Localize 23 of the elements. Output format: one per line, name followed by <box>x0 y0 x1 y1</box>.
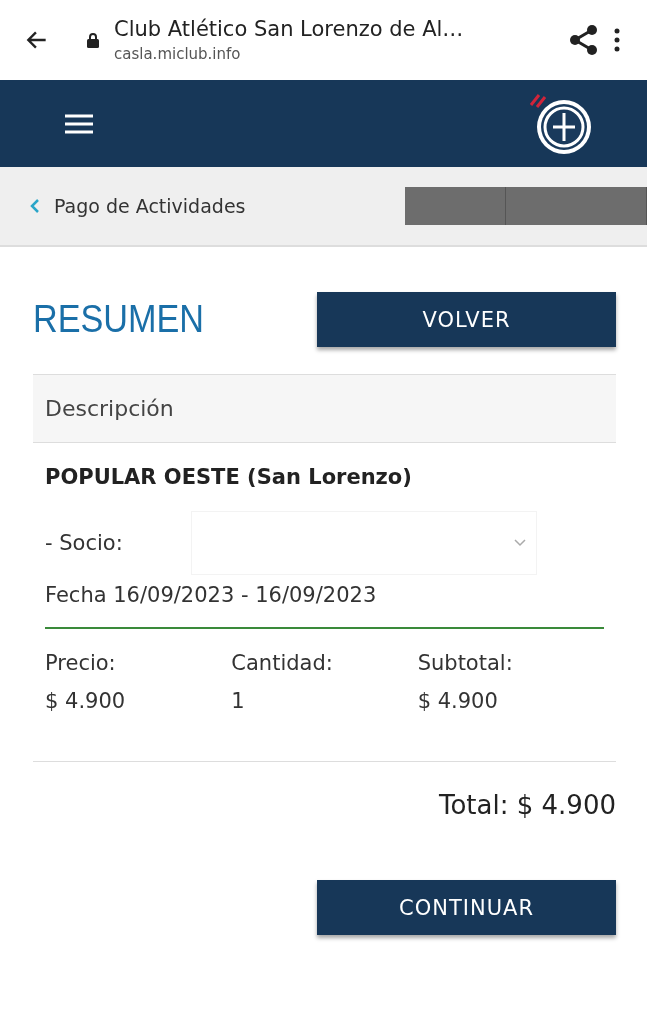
continue-button[interactable]: CONTINUAR <box>317 880 616 935</box>
page-title: Club Atlético San Lorenzo de Al… <box>114 17 465 41</box>
back-button[interactable]: VOLVER <box>317 292 616 347</box>
chevron-left-icon <box>30 198 40 214</box>
page-url: casla.miclub.info <box>114 45 242 63</box>
column-value: $ 4.900 <box>45 689 127 713</box>
more-options-icon[interactable] <box>613 28 621 52</box>
member-label: - Socio: <box>45 531 124 555</box>
column-label: Precio: <box>45 651 117 675</box>
date-range: Fecha 16/09/2023 - 16/09/2023 <box>45 583 604 629</box>
chevron-down-icon <box>514 539 526 547</box>
column-label: Subtotal: <box>417 651 514 675</box>
share-icon[interactable] <box>569 24 599 56</box>
column-value: $ 4.900 <box>417 689 499 713</box>
breadcrumb-link[interactable]: Pago de Actividades <box>30 195 246 217</box>
summary-heading: RESUMEN <box>33 298 205 341</box>
menu-icon[interactable] <box>64 112 94 135</box>
column-value: 1 <box>231 689 246 713</box>
column-label: Cantidad: <box>231 651 334 675</box>
item-name: POPULAR OESTE (San Lorenzo) <box>45 465 413 489</box>
table-header: Descripción <box>33 374 616 443</box>
lock-icon <box>86 32 100 48</box>
total-amount: Total: $ 4.900 <box>439 790 616 820</box>
